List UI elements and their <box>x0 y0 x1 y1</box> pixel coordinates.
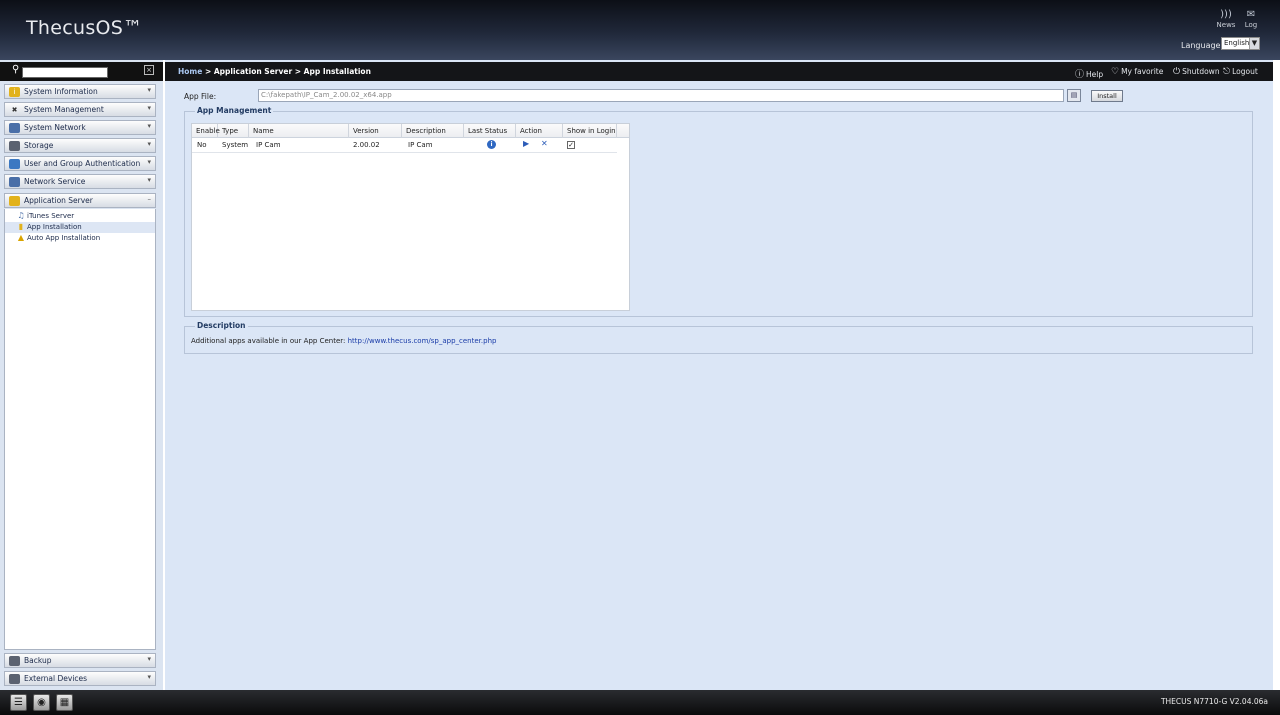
submenu-item-itunes-server[interactable]: ♫ iTunes Server <box>5 211 155 222</box>
network-service-icon <box>9 177 20 187</box>
install-button[interactable]: Install <box>1091 90 1123 102</box>
users-icon <box>9 159 20 169</box>
info-icon: i <box>9 87 20 97</box>
logout-icon: ⎋ <box>1223 67 1231 77</box>
chevron-up-icon: – <box>147 195 152 203</box>
chevron-down-icon: ▼ <box>1249 38 1259 49</box>
app-file-label: App File: <box>184 92 217 101</box>
column-enable[interactable]: Enable <box>192 124 220 138</box>
firmware-version: THECUS N7710-G V2.04.06a <box>1160 697 1268 706</box>
play-icon[interactable]: ▶ <box>523 139 529 148</box>
language-label: Language: <box>1181 41 1224 50</box>
show-in-login-checkbox[interactable]: ✓ <box>567 141 575 149</box>
shutdown-link[interactable]: ⏻ Shutdown <box>1173 67 1220 77</box>
submenu-item-app-installation[interactable]: ▮ App Installation <box>5 222 155 233</box>
language-select[interactable]: English ▼ <box>1221 37 1260 50</box>
folder-browse-icon: ▤ <box>1070 91 1078 99</box>
application-server-submenu: ♫ iTunes Server ▮ App Installation ▲ Aut… <box>4 209 156 650</box>
description-fieldset: Description Additional apps available in… <box>184 321 1253 354</box>
power-icon: ⏻ <box>1173 67 1181 77</box>
tools-icon: ✖ <box>11 106 18 114</box>
app-grid-header: Enable Type Name Version Description Las… <box>192 124 629 138</box>
cell-version: 2.00.02 <box>353 141 380 149</box>
chevron-down-icon: ▾ <box>147 673 151 681</box>
heart-icon: ♡ <box>1111 67 1120 77</box>
sidebar-item-backup[interactable]: Backup ▾ <box>4 653 156 668</box>
column-description[interactable]: Description <box>402 124 464 138</box>
app-management-fieldset: App Management Enable Type Name Version … <box>184 106 1253 317</box>
network-icon <box>9 123 20 133</box>
chevron-down-icon: ▾ <box>147 86 151 94</box>
breadcrumb: Home > Application Server > App Installa… <box>178 67 371 76</box>
chevron-down-icon: ▾ <box>147 655 151 663</box>
app-grid: Enable Type Name Version Description Las… <box>191 123 630 311</box>
sidebar-item-storage[interactable]: Storage ▾ <box>4 138 156 153</box>
sidebar-item-system-information[interactable]: i System Information ▾ <box>4 84 156 99</box>
sidebar-item-system-management[interactable]: ✖ System Management ▾ <box>4 102 156 117</box>
column-show-in-login[interactable]: Show in Login <box>563 124 617 138</box>
header: ThecusOS™ ))) News ✉ Log Language: Engli… <box>0 0 1280 60</box>
help-link[interactable]: ⓘ Help <box>1075 67 1103 80</box>
app-file-input[interactable]: C:\fakepath\IP_Cam_2.00.02_x64.app <box>258 89 1064 102</box>
breadcrumb-home-link[interactable]: Home <box>178 67 202 76</box>
column-version[interactable]: Version <box>349 124 402 138</box>
cell-type: System <box>222 141 249 149</box>
chevron-down-icon: ▾ <box>147 104 151 112</box>
description-legend: Description <box>195 321 248 330</box>
thecus-logo: ThecusOS™ <box>26 17 143 39</box>
help-icon: ⓘ <box>1075 70 1085 80</box>
rss-icon: ))) <box>1220 9 1232 20</box>
taskbar-network-icon[interactable]: ▦ <box>56 694 73 711</box>
browse-button[interactable]: ▤ <box>1067 89 1081 102</box>
sidebar-item-application-server[interactable]: Application Server – <box>4 193 156 208</box>
auto-install-icon: ▲ <box>17 233 25 242</box>
cell-enable: No <box>197 141 207 149</box>
scrollbar[interactable] <box>1273 60 1280 690</box>
cell-name: IP Cam <box>256 141 281 149</box>
taskbar-list-icon[interactable]: ☰ <box>10 694 27 711</box>
chevron-down-icon: ▾ <box>147 176 151 184</box>
delete-icon[interactable]: ✕ <box>541 139 548 148</box>
submenu-item-auto-app-installation[interactable]: ▲ Auto App Installation <box>5 233 155 244</box>
column-name[interactable]: Name <box>249 124 349 138</box>
table-row[interactable]: No System IP Cam 2.00.02 IP Cam i ▶ ✕ ✓ <box>192 138 617 153</box>
main-content: Home > Application Server > App Installa… <box>165 60 1273 690</box>
column-type[interactable]: Type <box>218 124 249 138</box>
chevron-down-icon: ▾ <box>147 140 151 148</box>
chevron-down-icon: ▾ <box>147 122 151 130</box>
storage-icon <box>9 141 20 151</box>
app-center-link[interactable]: http://www.thecus.com/sp_app_center.php <box>348 337 497 345</box>
logout-link[interactable]: ⎋ Logout <box>1223 67 1258 77</box>
sidebar-item-system-network[interactable]: System Network ▾ <box>4 120 156 135</box>
log-button[interactable]: ✉ Log <box>1238 9 1264 29</box>
close-icon[interactable]: × <box>144 65 154 75</box>
column-last-status[interactable]: Last Status <box>464 124 516 138</box>
sidebar-item-network-service[interactable]: Network Service ▾ <box>4 174 156 189</box>
app-install-icon: ▮ <box>18 222 24 231</box>
app-management-legend: App Management <box>195 106 274 115</box>
description-text: Additional apps available in our App Cen… <box>191 337 497 345</box>
chevron-down-icon: ▾ <box>147 158 151 166</box>
external-devices-icon <box>9 674 20 684</box>
search-input[interactable] <box>22 67 108 78</box>
speech-bubble-icon: ✉ <box>1246 9 1256 20</box>
column-action[interactable]: Action <box>516 124 563 138</box>
breadcrumb-bar: Home > Application Server > App Installa… <box>165 62 1273 81</box>
itunes-icon: ♫ <box>17 211 25 220</box>
status-info-icon[interactable]: i <box>487 140 496 149</box>
footer: ☰ ◉ ▦ THECUS N7710-G V2.04.06a <box>0 690 1280 715</box>
backup-icon <box>9 656 20 666</box>
sidebar-item-user-group-auth[interactable]: User and Group Authentication ▾ <box>4 156 156 171</box>
cell-description: IP Cam <box>408 141 433 149</box>
news-button[interactable]: ))) News <box>1213 9 1239 29</box>
taskbar-disk-icon[interactable]: ◉ <box>33 694 50 711</box>
sidebar-item-external-devices[interactable]: External Devices ▾ <box>4 671 156 686</box>
search-icon: ⚲ <box>12 64 20 75</box>
sidebar: ⚲ × i System Information ▾ ✖ System Mana… <box>0 60 163 690</box>
search-bar: ⚲ × <box>0 62 163 81</box>
folder-icon <box>9 196 20 206</box>
my-favorite-link[interactable]: ♡ My favorite <box>1111 67 1163 77</box>
